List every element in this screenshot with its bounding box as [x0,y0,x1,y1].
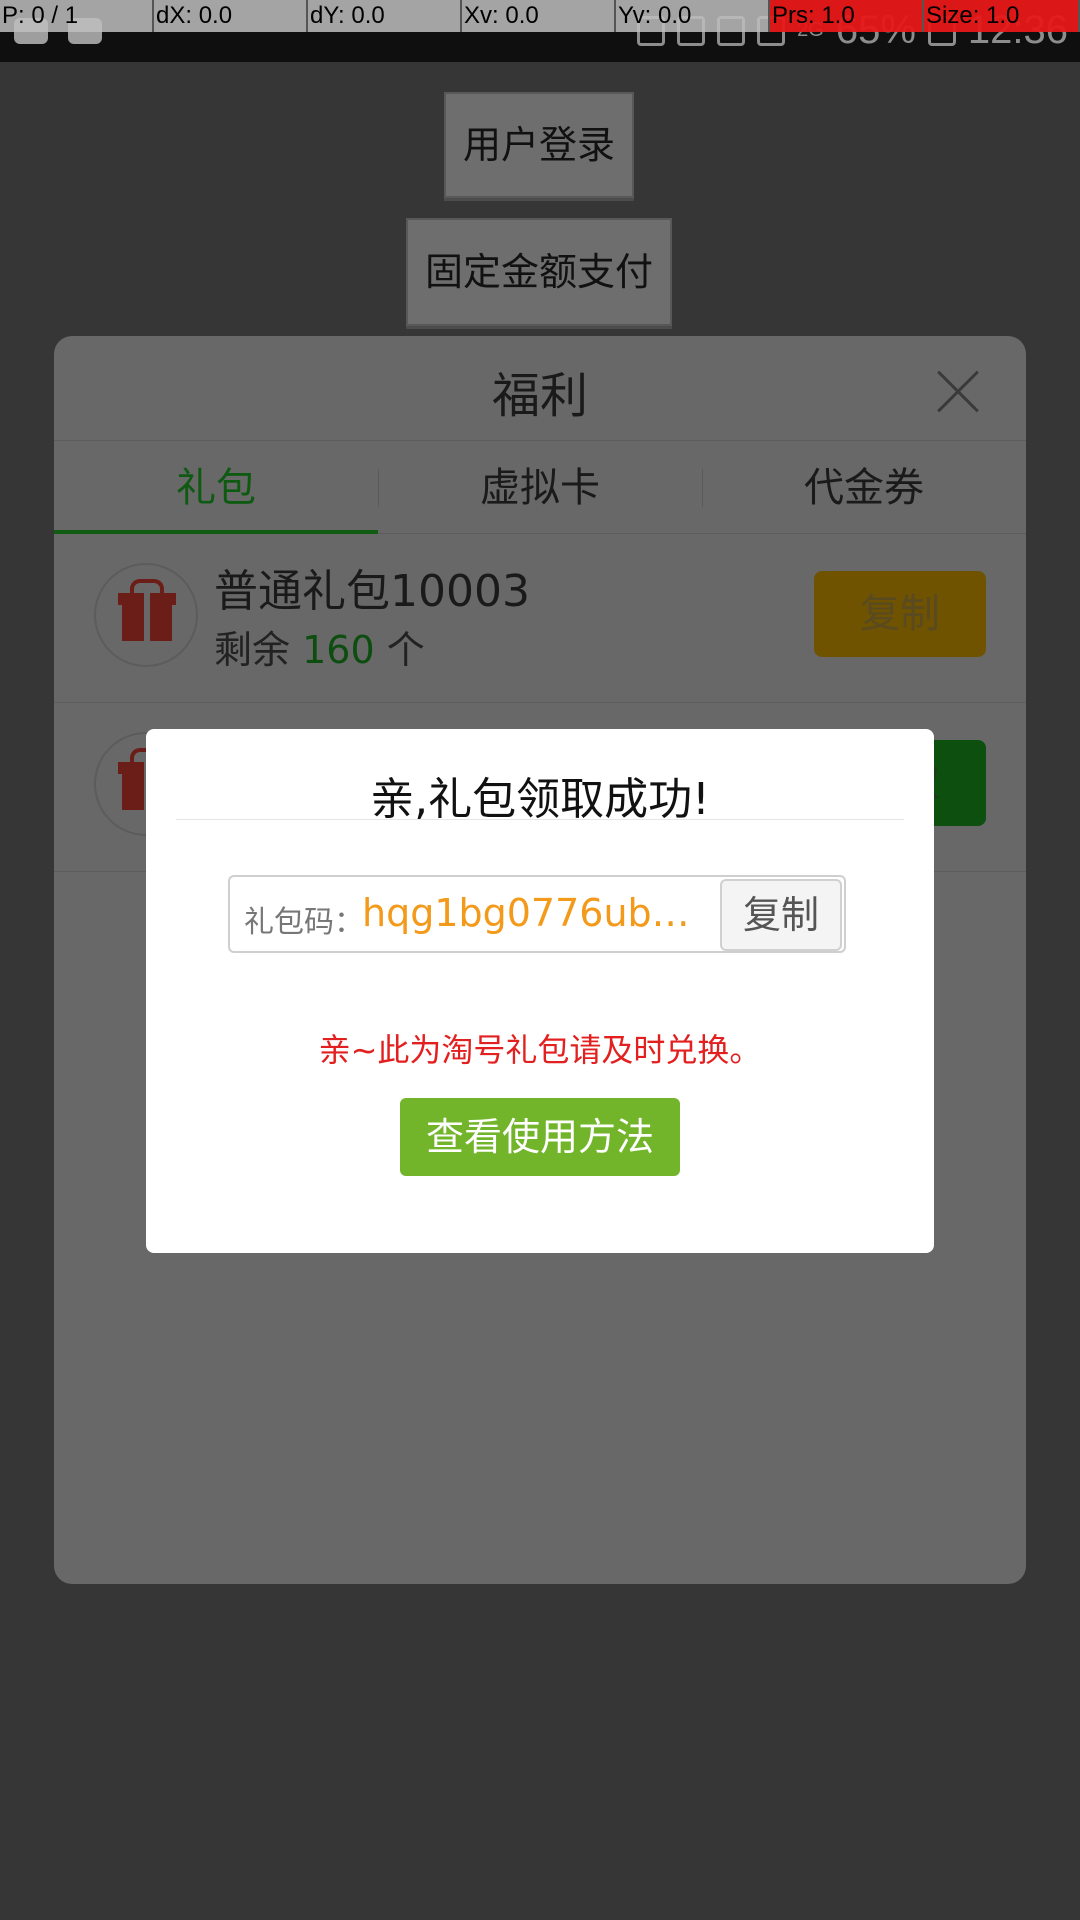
copy-button[interactable]: 复制 [814,571,986,657]
welfare-tabs: 礼包 虚拟卡 代金券 [54,440,1026,534]
gift-icon [94,563,198,667]
gift-name: 普通礼包10003 [214,566,530,617]
gift-code-box: 礼包码： hqg1bg0776ub… 复制 [228,875,846,953]
gift-code-label: 礼包码： [244,905,364,940]
tab-virtual-card[interactable]: 虚拟卡 [378,441,702,533]
debug-xv: Xv: 0.0 [462,0,616,32]
divider [176,819,904,820]
remain-count: 160 [302,628,375,672]
gift-code-value[interactable]: hqg1bg0776ub… [362,891,690,935]
tab-voucher[interactable]: 代金券 [702,441,1026,533]
remain-prefix: 剩余 [214,628,291,672]
copy-code-button[interactable]: 复制 [720,879,842,951]
gift-remaining: 剩余 160 个 [214,619,425,674]
dialog-title: 亲,礼包领取成功! [370,774,710,825]
tab-gift-pack[interactable]: 礼包 [54,441,378,534]
debug-yv: Yv: 0.0 [616,0,770,32]
debug-dx: dX: 0.0 [154,0,308,32]
warning-text: 亲~此为淘号礼包请及时兑换。 [318,1031,762,1069]
remain-unit: 个 [386,628,425,672]
close-icon[interactable] [936,370,980,414]
list-item: 普通礼包10003 剩余 160 个 复制 [54,535,1026,703]
fixed-amount-pay-button[interactable]: 固定金额支付 [406,218,672,326]
gift-success-dialog: 亲,礼包领取成功! 礼包码： hqg1bg0776ub… 复制 亲~此为淘号礼包… [146,729,934,1253]
debug-pointer: P: 0 / 1 [0,0,154,32]
panel-title: 福利 [491,368,588,424]
debug-dy: dY: 0.0 [308,0,462,32]
debug-pressure: Prs: 1.0 [770,0,924,32]
pointer-debug-overlay: P: 0 / 1 dX: 0.0 dY: 0.0 Xv: 0.0 Yv: 0.0… [0,0,1080,32]
view-usage-button[interactable]: 查看使用方法 [400,1098,680,1176]
user-login-button[interactable]: 用户登录 [444,92,634,198]
debug-size: Size: 1.0 [924,0,1080,32]
